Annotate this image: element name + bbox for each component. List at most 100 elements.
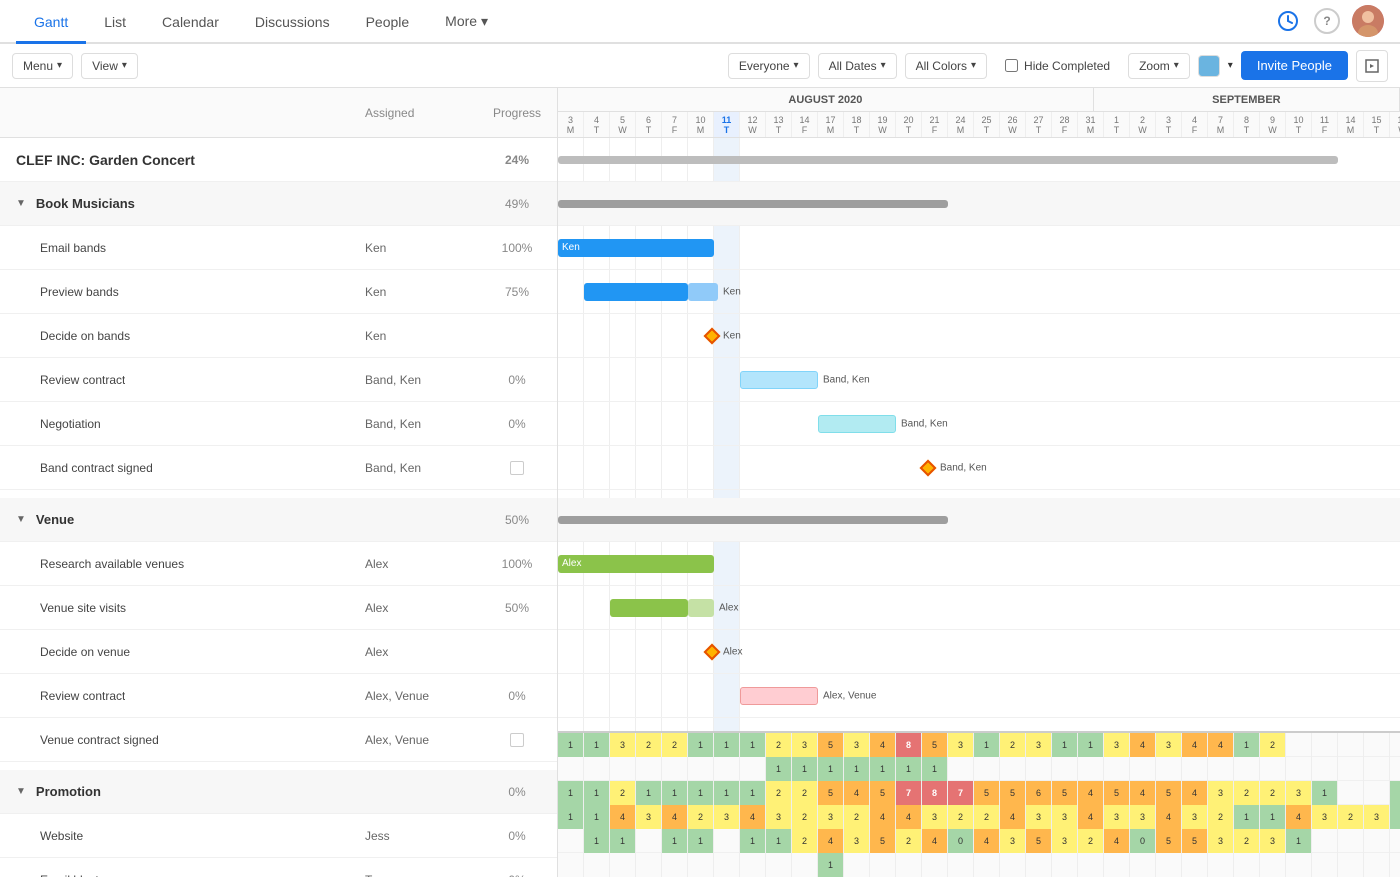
gantt-body: Ken Ken Ken Band, Ken [558,138,1400,731]
workload-cell: 3 [1000,829,1026,853]
workload-cell [922,853,948,877]
workload-cell: 3 [1286,781,1312,805]
workload-cell: 6 [1026,781,1052,805]
bar-preview-bands-solid [584,283,688,301]
bar-review-venue [740,687,818,705]
workload-cell: 1 [870,757,896,781]
clock-icon[interactable] [1274,7,1302,35]
assigned-preview-bands: Ken [357,285,477,299]
workload-cell [1364,757,1390,781]
task-venue-site-visits: Venue site visits Alex 50% [0,586,557,630]
workload-cell [1260,853,1286,877]
hide-completed-label[interactable]: Hide Completed [995,54,1120,78]
task-name: Email blast [16,873,99,877]
task-name: Review contract [16,373,125,387]
workload-cell [1390,829,1400,853]
workload-cell [714,853,740,877]
task-name: Venue site visits [16,601,126,615]
assigned-review-venue: Alex, Venue [357,689,477,703]
invite-people-button[interactable]: Invite People [1241,51,1348,80]
group-promotion[interactable]: ▼ Promotion 0% [0,770,557,814]
project-task-cell: CLEF INC: Garden Concert [0,152,357,168]
color-swatch[interactable] [1198,55,1220,77]
gantt-email-bands: Ken [558,226,1400,270]
workload-row-venue: 1 [558,853,1400,877]
checkbox-band-contract[interactable] [510,461,524,475]
gantt-content: Ken Ken Ken Band, Ken [558,138,1400,731]
left-header: Assigned Progress [0,88,557,138]
workload-cell [1286,757,1312,781]
workload-cell [1364,781,1390,805]
workload-cell: 1 [688,733,714,757]
workload-cell: 2 [1078,829,1104,853]
zoom-button[interactable]: Zoom ▾ [1128,53,1190,79]
all-dates-button[interactable]: All Dates ▾ [818,53,897,79]
day-4: 4T [584,112,610,137]
workload-cell: 2 [844,805,870,829]
tab-discussions[interactable]: Discussions [237,2,348,44]
gantt-band-contract: Band, Ken [558,446,1400,490]
day-7: 7F [662,112,688,137]
workload-row-jess: 1121111122545787556545454322311 [558,781,1400,805]
workload-cell: 1 [714,781,740,805]
bar-venue-visits-light [688,599,714,617]
workload-cell [714,829,740,853]
day-14: 14F [792,112,818,137]
workload-cell: 2 [1260,781,1286,805]
workload-cell: 3 [766,805,792,829]
workload-cell [1156,757,1182,781]
sep-3: 3T [1156,112,1182,137]
workload-cell [1286,853,1312,877]
workload-cell: 4 [1208,733,1234,757]
everyone-button[interactable]: Everyone ▾ [728,53,810,79]
workload-cell [1208,853,1234,877]
checkbox-venue-contract[interactable] [510,733,524,747]
workload-cell [1338,829,1364,853]
task-negotiation: Negotiation Band, Ken 0% [0,402,557,446]
workload-cell [636,829,662,853]
hide-completed-checkbox[interactable] [1005,59,1018,72]
workload-cell: 4 [1156,805,1182,829]
progress-venue-visits: 50% [477,601,557,615]
group-venue[interactable]: ▼ Venue 50% [0,498,557,542]
all-dates-chevron: ▾ [881,60,886,71]
help-icon[interactable]: ? [1314,8,1340,34]
sep-4: 4F [1182,112,1208,137]
workload-cell: 3 [792,733,818,757]
sep-11: 11F [1312,112,1338,137]
workload-row-ken: 114342343232443224334334321143231 [558,805,1400,829]
tab-more[interactable]: More ▾ [427,2,506,44]
task-name: Band contract signed [16,461,153,475]
color-chevron[interactable]: ▾ [1228,60,1233,71]
bar-review-musicians [740,371,818,389]
task-review-contract-musicians: Review contract Band, Ken 0% [0,358,557,402]
all-colors-button[interactable]: All Colors ▾ [905,53,987,79]
view-button[interactable]: View ▾ [81,53,138,79]
assigned-research-venues: Alex [357,557,477,571]
workload-cell: 2 [792,829,818,853]
group-book-musicians[interactable]: ▼ Book Musicians 49% [0,182,557,226]
nav-right: ? [1274,5,1384,37]
progress-email-bands: 100% [477,241,557,255]
tab-calendar[interactable]: Calendar [144,2,237,44]
gantt-group-venue [558,498,1400,542]
tab-gantt[interactable]: Gantt [16,2,86,44]
workload-cell [1156,853,1182,877]
user-avatar[interactable] [1352,5,1384,37]
workload-cell: 8 [922,781,948,805]
workload-cell: 3 [844,829,870,853]
menu-button[interactable]: Menu ▾ [12,53,73,79]
workload-cell: 1 [844,757,870,781]
workload-cell [688,853,714,877]
tab-list[interactable]: List [86,2,144,44]
tab-people[interactable]: People [348,2,428,44]
main-container: Assigned Progress CLEF INC: Garden Conce… [0,88,1400,877]
workload-cell: 3 [844,733,870,757]
workload-cell: 1 [792,757,818,781]
workload-cell: 4 [844,781,870,805]
workload-cell: 1 [1052,733,1078,757]
project-progress-cell: 24% [477,153,557,167]
avatar-svg [1352,5,1384,37]
expand-icon[interactable] [1356,50,1388,82]
workload-cell [610,853,636,877]
